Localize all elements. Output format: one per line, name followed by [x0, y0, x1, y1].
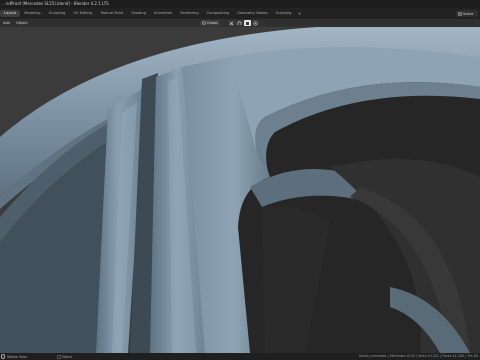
- status-mid-label: Object: [61, 354, 73, 359]
- transform-orientation-icon: [202, 21, 206, 25]
- wheel-render: [0, 27, 480, 353]
- tab-animation[interactable]: Animation: [150, 10, 176, 17]
- tab-modeling[interactable]: Modeling: [20, 10, 44, 17]
- scene-icon: [458, 12, 462, 15]
- tab-compositing[interactable]: Compositing: [203, 10, 234, 17]
- menu-object[interactable]: Object: [13, 19, 31, 27]
- tab-sculpting[interactable]: Sculpting: [45, 10, 70, 17]
- transform-orientation-label: Global: [207, 21, 218, 25]
- object-mode-icon: [57, 354, 61, 359]
- scene-statistics: Scene_mercedes | Mercedes SL55 | Verts 4…: [358, 354, 479, 358]
- menu-add[interactable]: Add: [0, 19, 13, 27]
- transform-orientation-dropdown[interactable]: Global: [200, 20, 220, 26]
- mouse-icon: [1, 354, 5, 359]
- proportional-edit-button[interactable]: [252, 20, 259, 26]
- workspace-tabs: Layout Modeling Sculpting UV Editing Tex…: [0, 8, 480, 19]
- 3d-viewport[interactable]: [0, 27, 480, 353]
- window-title: ...ndProof (Mercedes SL55).blend] - Blen…: [0, 0, 480, 8]
- pivot-button[interactable]: [228, 20, 235, 26]
- status-left-label: Rotate View: [7, 354, 27, 359]
- pivot-icon: [229, 21, 234, 25]
- snap-controls: [228, 20, 259, 26]
- tab-scripting[interactable]: Scripting: [271, 10, 295, 17]
- tab-texture-paint[interactable]: Texture Paint: [96, 10, 127, 17]
- viewport-header: Add Object Global: [0, 19, 480, 27]
- tab-uv-editing[interactable]: UV Editing: [69, 10, 96, 17]
- status-bar: Rotate View Object Scene_mercedes | Merc…: [0, 353, 480, 360]
- scene-selector[interactable]: Scene: [456, 10, 478, 17]
- tab-geometry-nodes[interactable]: Geometry Nodes: [233, 10, 271, 17]
- tab-layout[interactable]: Layout: [0, 10, 21, 17]
- tab-shading[interactable]: Shading: [127, 10, 150, 17]
- snap-icon: [237, 20, 242, 25]
- add-workspace-button[interactable]: +: [295, 11, 303, 16]
- snap-button[interactable]: [236, 20, 243, 26]
- proportional-edit-icon: [253, 21, 258, 25]
- snap-target-button[interactable]: [244, 20, 251, 26]
- scene-label: Scene: [463, 11, 474, 16]
- tab-rendering[interactable]: Rendering: [176, 10, 202, 17]
- snap-target-icon: [246, 21, 249, 25]
